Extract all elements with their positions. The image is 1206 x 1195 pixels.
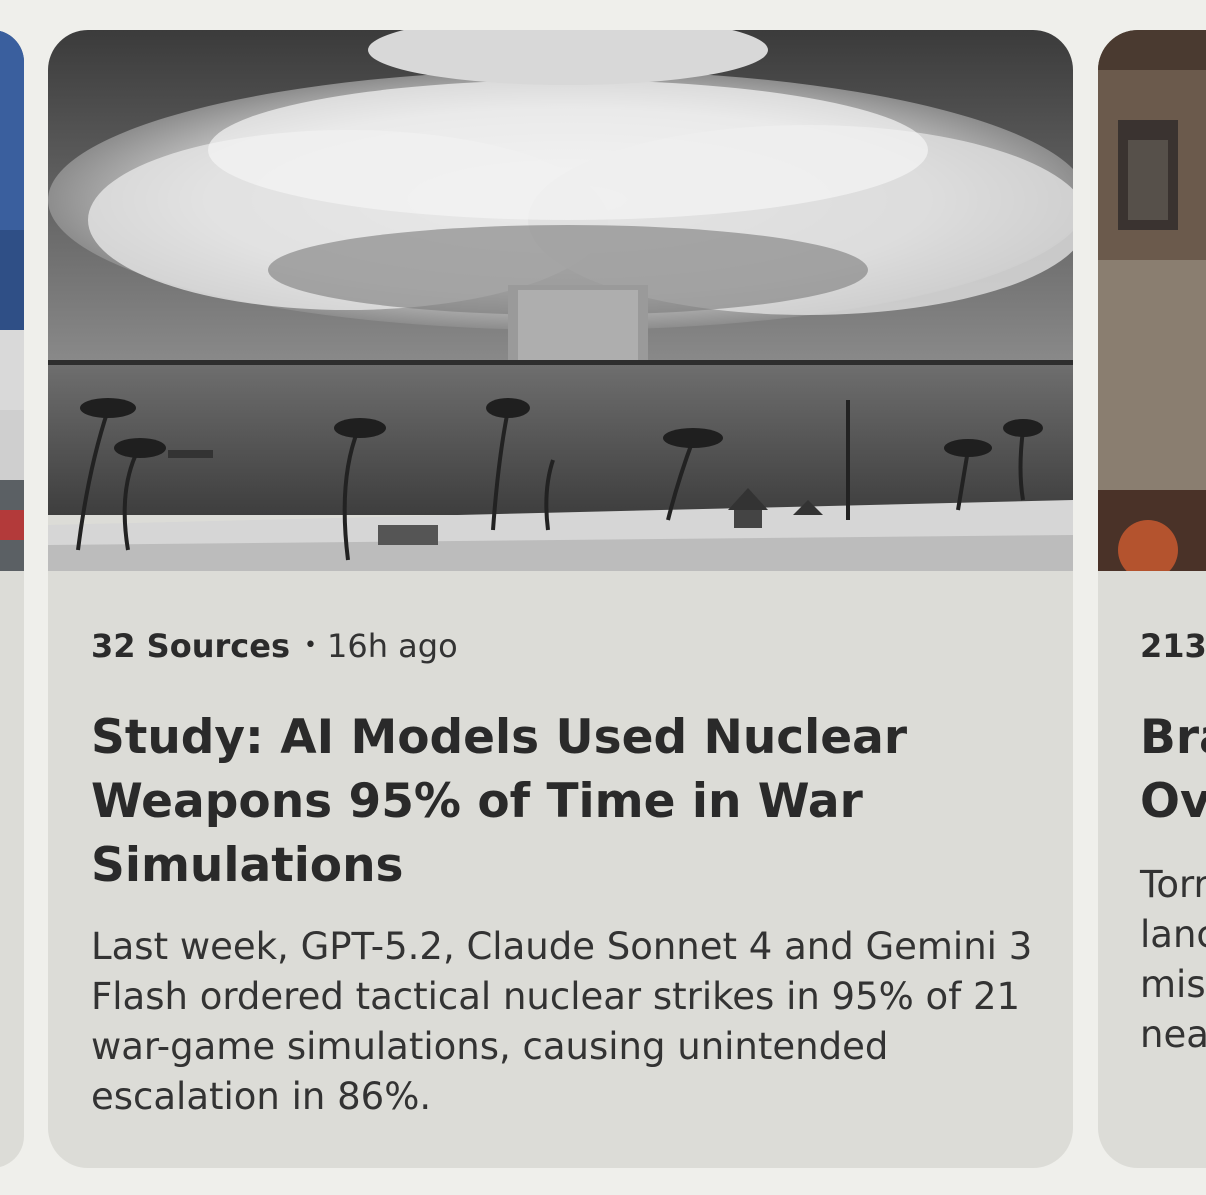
- sources-count[interactable]: 32 Sources: [91, 627, 290, 665]
- card-meta: 213: [1140, 627, 1206, 665]
- card-summary-line: nea: [1140, 1013, 1206, 1056]
- published-time: 16h ago: [326, 627, 458, 665]
- card-image: [0, 30, 24, 571]
- news-card-previous[interactable]: [0, 30, 24, 1168]
- card-title-line: Bra: [1140, 710, 1206, 765]
- card-title[interactable]: Bra Ov: [1140, 706, 1206, 834]
- news-card[interactable]: 32 Sources • 16h ago Study: AI Models Used…: [48, 30, 1073, 1168]
- sources-count[interactable]: 213: [1140, 627, 1206, 665]
- card-meta: 32 Sources • 16h ago: [91, 627, 458, 665]
- card-summary-line: mis: [1140, 963, 1206, 1006]
- card-summary-line: Torr: [1140, 863, 1206, 906]
- card-image: [1098, 30, 1206, 571]
- card-image: [48, 30, 1073, 571]
- card-title[interactable]: Study: AI Models Used Nuclear Weapons 95…: [91, 706, 991, 898]
- card-title-line: Ov: [1140, 774, 1206, 829]
- card-summary: Torr lanc mis nea: [1140, 860, 1206, 1060]
- meta-separator: •: [303, 633, 317, 658]
- news-card-next[interactable]: 213 Bra Ov Torr lanc mis nea: [1098, 30, 1206, 1168]
- card-summary: Last week, GPT-5.2, Claude Sonnet 4 and …: [91, 925, 1033, 1118]
- news-carousel: 32 Sources • 16h ago Study: AI Models Used…: [0, 0, 1206, 1195]
- card-summary-line: lanc: [1140, 913, 1206, 956]
